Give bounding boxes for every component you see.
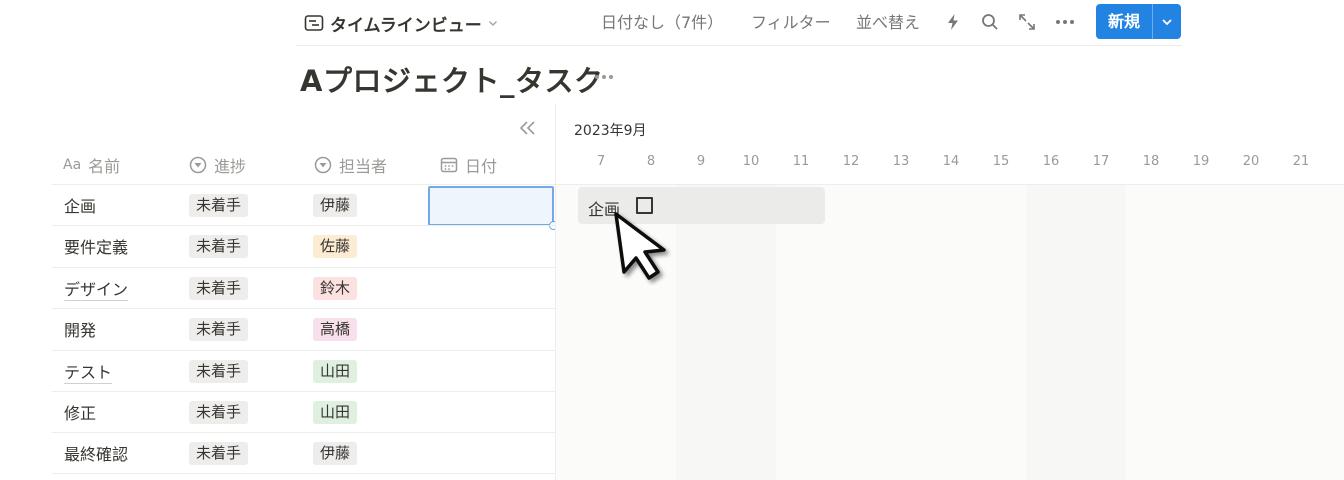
collapse-table-button[interactable] [518, 119, 538, 137]
more-icon [1056, 20, 1074, 24]
double-chevron-left-icon [519, 121, 535, 135]
column-header-assignee[interactable]: 担当者 [314, 152, 387, 178]
assignee-badge[interactable]: 山田 [313, 359, 358, 383]
column-header-label: 進捗 [214, 157, 247, 176]
task-name[interactable]: 開発 [64, 317, 96, 341]
database-view-icon [304, 15, 324, 31]
open-full-page-button[interactable] [1016, 11, 1038, 33]
status-badge[interactable]: 未着手 [189, 359, 249, 383]
task-name[interactable]: デザイン [64, 276, 129, 301]
no-date-button[interactable]: 日付なし（7件） [601, 10, 723, 36]
timeline-day-label: 16 [1042, 154, 1060, 169]
timeline-day-background [776, 184, 1026, 480]
assignee-badge[interactable]: 伊藤 [313, 442, 358, 466]
task-name[interactable]: 修正 [64, 400, 96, 424]
more-options-button[interactable] [1054, 11, 1076, 33]
timeline-header-divider [556, 184, 1344, 185]
timeline-day-label: 18 [1142, 154, 1160, 169]
task-name[interactable]: 要件定義 [64, 234, 128, 258]
assignee-badge[interactable]: 高橋 [313, 318, 358, 342]
timeline-grid[interactable]: 2023年9月 7 8 9 10 11 12 13 14 15 16 17 18 19 20 21 企画 [556, 104, 1344, 480]
timeline-day-background [556, 184, 676, 480]
status-badge[interactable]: 未着手 [189, 276, 249, 300]
table-row[interactable]: 最終確認 未着手 伊藤 [52, 432, 555, 474]
task-name[interactable]: 最終確認 [64, 441, 128, 465]
new-button[interactable]: 新規 [1096, 4, 1181, 39]
timeline-day-label: 7 [596, 154, 606, 169]
assignee-badge[interactable]: 佐藤 [313, 235, 358, 259]
column-header-name[interactable]: Aa 名前 [63, 152, 120, 178]
timeline-day-label: 13 [892, 154, 910, 169]
timeline-day-label: 20 [1242, 154, 1260, 169]
timeline-day-label: 21 [1292, 154, 1310, 169]
task-name[interactable]: 企画 [64, 193, 96, 217]
timeline-day-label: 8 [646, 154, 656, 169]
calendar-icon [440, 157, 458, 173]
table-row[interactable]: デザイン 未着手 鈴木 [52, 266, 555, 308]
column-header-status[interactable]: 進捗 [189, 152, 246, 178]
lightning-icon [948, 14, 958, 30]
select-property-icon [314, 156, 332, 174]
timeline-day-label: 17 [1092, 154, 1110, 169]
title-more-button[interactable] [592, 68, 616, 86]
timeline-day-label: 14 [942, 154, 960, 169]
table-row[interactable]: 開発 未着手 高橋 [52, 308, 555, 349]
filter-button[interactable]: フィルター [751, 10, 831, 36]
timeline-month-label: 2023年9月 [574, 123, 647, 139]
text-property-icon: Aa [63, 157, 82, 173]
status-property-icon [189, 156, 207, 174]
column-header-label: 担当者 [339, 157, 388, 176]
weekend-band [1026, 184, 1126, 480]
task-name[interactable]: テスト [64, 359, 113, 384]
timeline-day-background [1126, 184, 1344, 480]
column-header-label: 名前 [88, 157, 121, 176]
view-switcher[interactable]: タイムラインビュー [304, 10, 498, 36]
status-badge[interactable]: 未着手 [189, 194, 249, 217]
more-icon [595, 75, 613, 79]
search-icon [982, 14, 998, 30]
weekend-band [676, 184, 776, 480]
view-name: タイムラインビュー [330, 15, 482, 36]
chevron-down-icon [1162, 18, 1172, 25]
view-toolbar: タイムラインビュー 日付なし（7件） フィルター 並べ替え 新規 [296, 0, 1182, 46]
automation-button[interactable] [942, 11, 964, 33]
timeline-day-label: 9 [696, 154, 706, 169]
expand-icon [1019, 14, 1035, 30]
task-checkbox[interactable] [636, 197, 653, 214]
table-row[interactable]: 修正 未着手 山田 [52, 390, 555, 432]
new-button-label: 新規 [1107, 12, 1140, 31]
timeline-day-label: 11 [792, 154, 810, 169]
status-badge[interactable]: 未着手 [189, 318, 249, 342]
status-badge[interactable]: 未着手 [189, 235, 249, 259]
timeline-day-label: 10 [742, 154, 760, 169]
timeline-day-label: 15 [992, 154, 1010, 169]
table-row[interactable]: 企画 未着手 伊藤 [52, 184, 558, 230]
search-button[interactable] [979, 11, 1001, 33]
task-bar-label: 企画 [588, 200, 621, 219]
table-row[interactable]: テスト 未着手 山田 [52, 349, 555, 391]
assignee-badge[interactable]: 伊藤 [313, 194, 358, 217]
assignee-badge[interactable]: 鈴木 [313, 276, 358, 300]
assignee-badge[interactable]: 山田 [313, 400, 358, 424]
timeline-day-label: 19 [1192, 154, 1210, 169]
chevron-down-icon [488, 21, 497, 26]
column-header-date[interactable]: 日付 [440, 152, 497, 178]
status-badge[interactable]: 未着手 [189, 400, 249, 424]
timeline-task-bar[interactable]: 企画 [578, 187, 825, 224]
page-title[interactable]: Aプロジェクト_タスク [300, 58, 603, 100]
column-header-label: 日付 [465, 157, 498, 176]
new-button-dropdown[interactable] [1153, 4, 1181, 39]
date-cell-selected[interactable] [428, 186, 558, 230]
status-badge[interactable]: 未着手 [189, 442, 249, 466]
task-table: 企画 未着手 伊藤 要件定義 未着手 佐藤 デザイン 未着手 鈴木 開発 未着手… [52, 184, 558, 474]
sort-button[interactable]: 並べ替え [856, 10, 920, 36]
timeline-day-label: 12 [842, 154, 860, 169]
table-row[interactable]: 要件定義 未着手 佐藤 [52, 225, 555, 266]
